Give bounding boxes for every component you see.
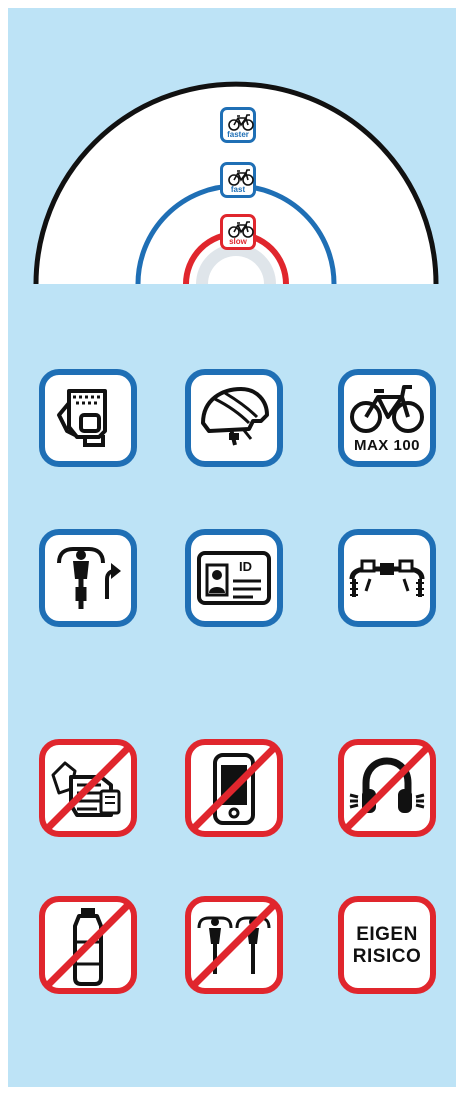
prohibition-slash bbox=[45, 902, 131, 988]
no-headphones-sign bbox=[338, 739, 436, 837]
prohibition-slash bbox=[191, 902, 277, 988]
helmet-icon bbox=[201, 387, 269, 446]
brakes-sign bbox=[338, 529, 436, 627]
id-card-icon: ID bbox=[197, 551, 271, 605]
fast-speed-badge: fast bbox=[220, 162, 256, 198]
cyclist-look-back-icon bbox=[57, 547, 121, 609]
no-riding-side-by-side-sign bbox=[185, 896, 283, 994]
faster-speed-badge: faster bbox=[220, 107, 256, 143]
signage-panel: faster fast slow MAX 100 ID EIGEN RISICO bbox=[8, 8, 456, 1087]
badge-label: slow bbox=[229, 237, 247, 246]
no-handshake-sign bbox=[39, 739, 137, 837]
max-speed-sign: MAX 100 bbox=[338, 369, 436, 467]
no-phone-sign bbox=[185, 739, 283, 837]
gloves-sign bbox=[39, 369, 137, 467]
svg-text:ID: ID bbox=[239, 559, 252, 574]
no-drinking-sign bbox=[39, 896, 137, 994]
prohibition-slash bbox=[344, 745, 430, 831]
slow-speed-badge: slow bbox=[220, 214, 256, 250]
id-card-sign: ID bbox=[185, 529, 283, 627]
helmet-sign bbox=[185, 369, 283, 467]
prohibition-slash bbox=[191, 745, 277, 831]
own-risk-line2: RISICO bbox=[352, 946, 422, 967]
badge-label: faster bbox=[227, 130, 249, 139]
prohibition-slash bbox=[45, 745, 131, 831]
badge-label: fast bbox=[230, 185, 246, 194]
own-risk-line1: EIGEN bbox=[356, 924, 418, 945]
own-risk-sign: EIGEN RISICO bbox=[338, 896, 436, 994]
max-speed-label: MAX 100 bbox=[353, 437, 421, 454]
gloves-icon bbox=[57, 389, 107, 447]
look-back-sign bbox=[39, 529, 137, 627]
handlebar-brakes-icon bbox=[349, 559, 425, 597]
